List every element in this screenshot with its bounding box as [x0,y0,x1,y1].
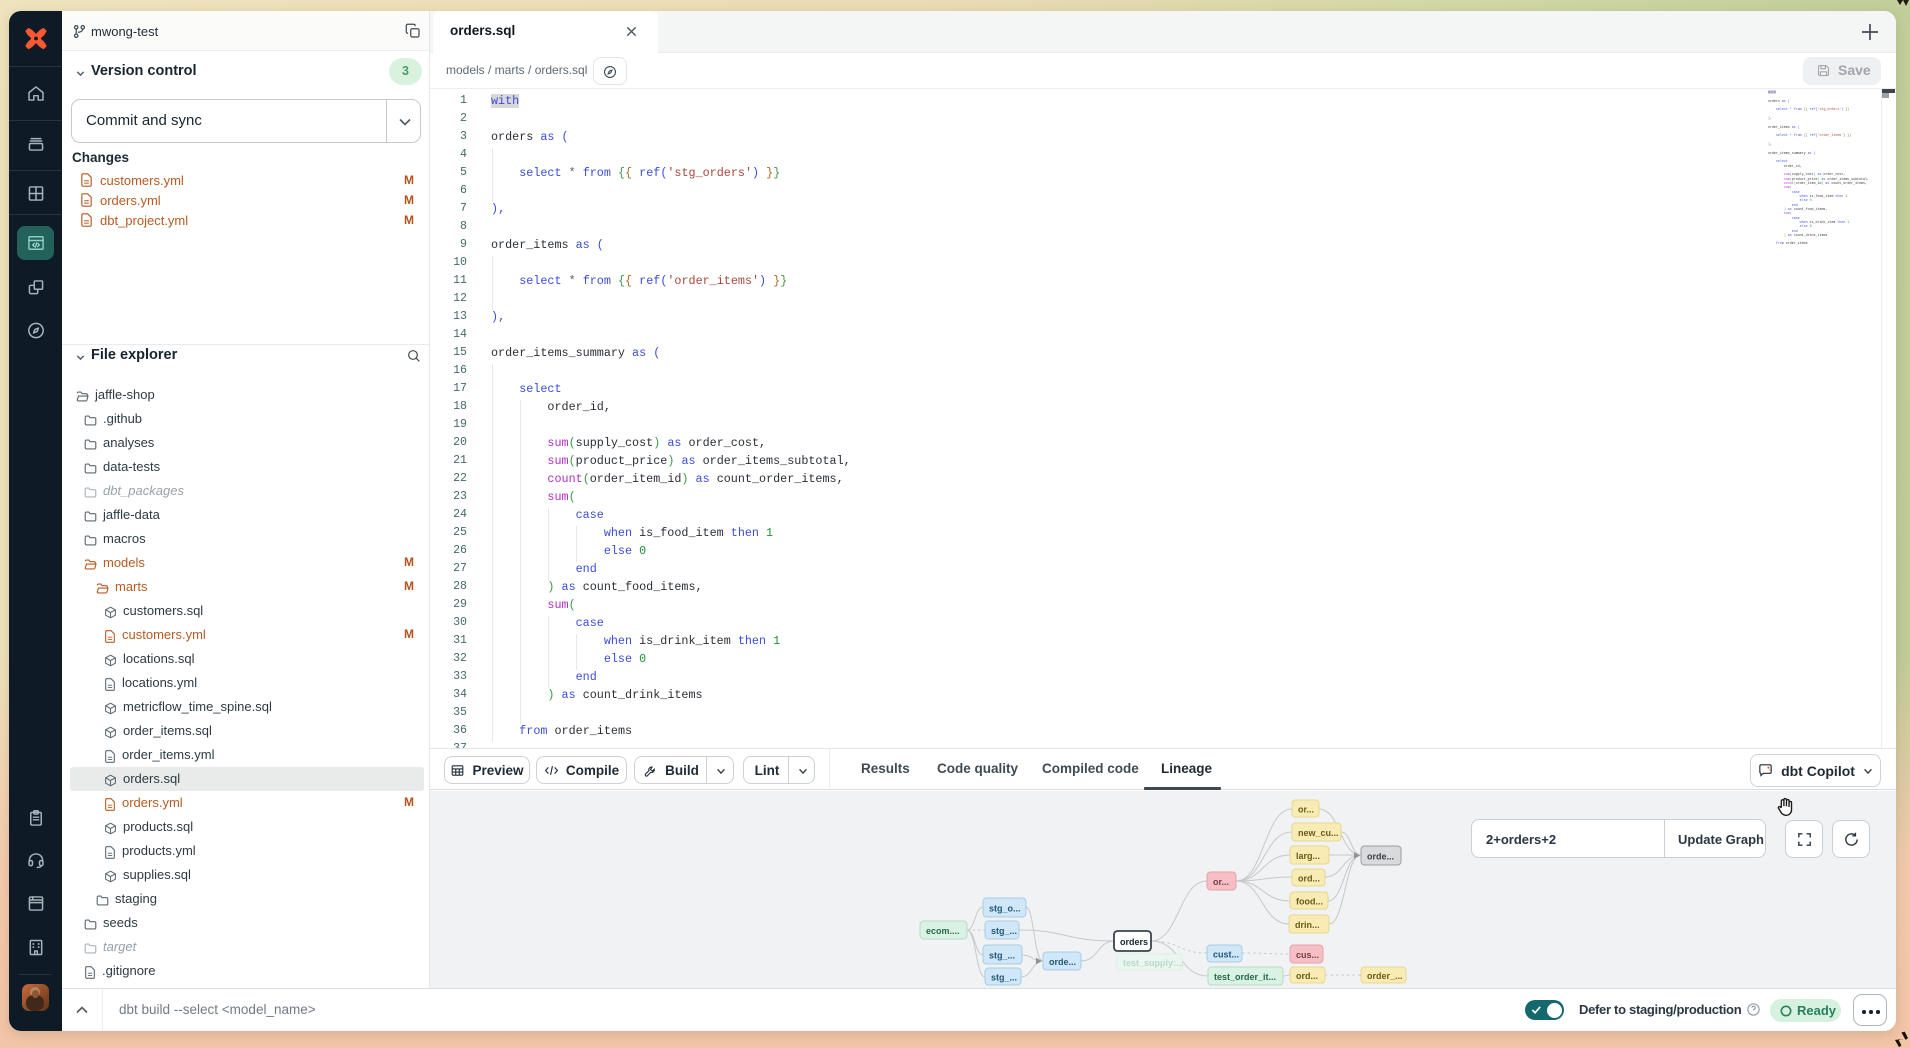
svg-text:or...: or... [1213,877,1229,887]
svg-text:stg_o...: stg_o... [989,903,1021,913]
svg-text:orde...: orde... [1049,957,1076,967]
svg-text:ecom....: ecom.... [926,926,960,936]
svg-text:test_order_it...: test_order_it... [1214,972,1276,982]
svg-text:stg_...: stg_... [989,950,1015,960]
svg-text:stg_...: stg_... [991,926,1017,936]
svg-text:new_cu...: new_cu... [1298,828,1339,838]
svg-text:cus...: cus... [1296,950,1319,960]
svg-text:ord...: ord... [1298,873,1320,883]
svg-text:stg_...: stg_... [991,972,1017,982]
svg-text:test_supply:...: test_supply:... [1123,958,1184,968]
svg-text:order_...: order_... [1367,971,1403,981]
svg-text:ord...: ord... [1296,971,1318,981]
svg-text:food...: food... [1296,896,1323,906]
svg-text:or...: or... [1298,804,1314,814]
svg-text:drin...: drin... [1295,920,1320,930]
svg-text:larg...: larg... [1296,851,1320,861]
svg-text:orders: orders [1120,937,1148,947]
svg-text:orde...: orde... [1367,851,1394,861]
svg-text:cust...: cust... [1213,949,1239,959]
